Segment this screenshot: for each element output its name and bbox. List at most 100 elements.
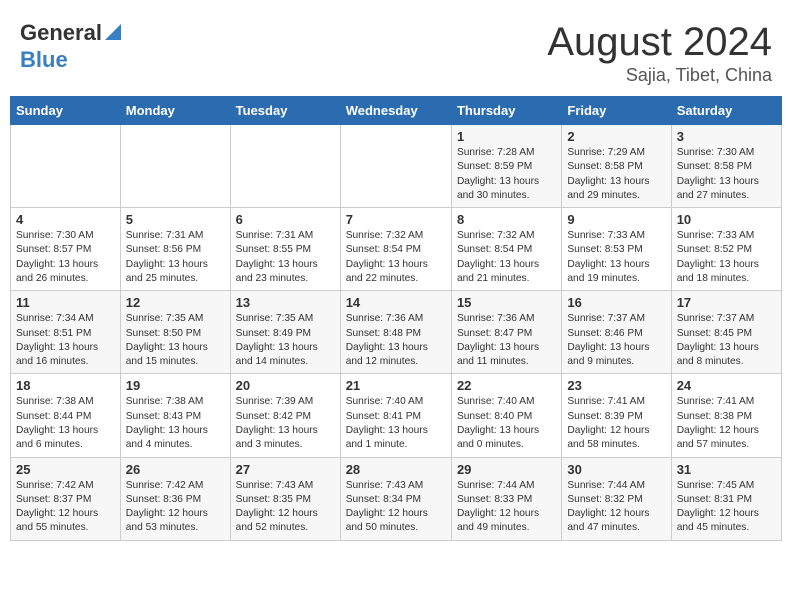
day-number: 14 [346, 295, 446, 310]
day-number: 12 [126, 295, 225, 310]
day-info: Sunrise: 7:38 AM Sunset: 8:44 PM Dayligh… [16, 395, 115, 452]
day-info: Sunrise: 7:30 AM Sunset: 8:58 PM Dayligh… [677, 146, 776, 203]
day-info: Sunrise: 7:42 AM Sunset: 8:37 PM Dayligh… [16, 479, 115, 536]
calendar-table: SundayMondayTuesdayWednesdayThursdayFrid… [10, 96, 782, 541]
day-info: Sunrise: 7:31 AM Sunset: 8:55 PM Dayligh… [236, 229, 335, 286]
day-number: 30 [567, 462, 665, 477]
calendar-week-row: 4 Sunrise: 7:30 AM Sunset: 8:57 PM Daylig… [11, 208, 782, 291]
month-year-heading: August 2024 [547, 20, 772, 65]
weekday-header-sunday: Sunday [11, 97, 121, 125]
day-info: Sunrise: 7:43 AM Sunset: 8:34 PM Dayligh… [346, 479, 446, 536]
day-number: 26 [126, 462, 225, 477]
day-number: 17 [677, 295, 776, 310]
day-number: 21 [346, 378, 446, 393]
day-info: Sunrise: 7:44 AM Sunset: 8:33 PM Dayligh… [457, 479, 556, 536]
calendar-cell: 21 Sunrise: 7:40 AM Sunset: 8:41 PM Dayli… [340, 374, 451, 457]
day-info: Sunrise: 7:36 AM Sunset: 8:47 PM Dayligh… [457, 312, 556, 369]
calendar-cell: 13Sunrise: 7:35 AM Sunset: 8:49 PM Dayli… [230, 291, 340, 374]
day-number: 4 [16, 212, 115, 227]
day-number: 1 [457, 129, 556, 144]
day-info: Sunrise: 7:34 AM Sunset: 8:51 PM Dayligh… [16, 312, 115, 369]
logo-general-text: General [20, 20, 102, 46]
calendar-cell: 5Sunrise: 7:31 AM Sunset: 8:56 PM Daylig… [120, 208, 230, 291]
calendar-cell: 1 Sunrise: 7:28 AM Sunset: 8:59 PM Daylig… [451, 125, 561, 208]
calendar-cell: 14Sunrise: 7:36 AM Sunset: 8:48 PM Dayli… [340, 291, 451, 374]
day-info: Sunrise: 7:37 AM Sunset: 8:46 PM Dayligh… [567, 312, 665, 369]
day-info: Sunrise: 7:38 AM Sunset: 8:43 PM Dayligh… [126, 395, 225, 452]
calendar-cell: 8 Sunrise: 7:32 AM Sunset: 8:54 PM Daylig… [451, 208, 561, 291]
day-number: 3 [677, 129, 776, 144]
day-number: 23 [567, 378, 665, 393]
day-number: 25 [16, 462, 115, 477]
day-info: Sunrise: 7:32 AM Sunset: 8:54 PM Dayligh… [457, 229, 556, 286]
calendar-cell: 19 Sunrise: 7:38 AM Sunset: 8:43 PM Dayli… [120, 374, 230, 457]
day-info: Sunrise: 7:40 AM Sunset: 8:41 PM Dayligh… [346, 395, 446, 452]
calendar-cell: 9Sunrise: 7:33 AM Sunset: 8:53 PM Daylig… [562, 208, 671, 291]
day-info: Sunrise: 7:33 AM Sunset: 8:52 PM Dayligh… [677, 229, 776, 286]
calendar-cell: 27Sunrise: 7:43 AM Sunset: 8:35 PM Dayli… [230, 457, 340, 540]
month-title-block: August 2024 Sajia, Tibet, China [547, 20, 772, 86]
weekday-header-thursday: Thursday [451, 97, 561, 125]
calendar-week-row: 1 Sunrise: 7:28 AM Sunset: 8:59 PM Daylig… [11, 125, 782, 208]
day-info: Sunrise: 7:45 AM Sunset: 8:31 PM Dayligh… [677, 479, 776, 536]
day-info: Sunrise: 7:40 AM Sunset: 8:40 PM Dayligh… [457, 395, 556, 452]
day-number: 29 [457, 462, 556, 477]
day-info: Sunrise: 7:42 AM Sunset: 8:36 PM Dayligh… [126, 479, 225, 536]
day-number: 16 [567, 295, 665, 310]
calendar-cell: 2Sunrise: 7:29 AM Sunset: 8:58 PM Daylig… [562, 125, 671, 208]
calendar-cell: 7 Sunrise: 7:32 AM Sunset: 8:54 PM Daylig… [340, 208, 451, 291]
weekday-header-friday: Friday [562, 97, 671, 125]
day-info: Sunrise: 7:41 AM Sunset: 8:38 PM Dayligh… [677, 395, 776, 452]
day-number: 19 [126, 378, 225, 393]
weekday-header-tuesday: Tuesday [230, 97, 340, 125]
calendar-header-row: SundayMondayTuesdayWednesdayThursdayFrid… [11, 97, 782, 125]
day-info: Sunrise: 7:41 AM Sunset: 8:39 PM Dayligh… [567, 395, 665, 452]
day-info: Sunrise: 7:28 AM Sunset: 8:59 PM Dayligh… [457, 146, 556, 203]
calendar-cell [340, 125, 451, 208]
day-number: 18 [16, 378, 115, 393]
calendar-cell [120, 125, 230, 208]
calendar-cell: 25 Sunrise: 7:42 AM Sunset: 8:37 PM Dayli… [11, 457, 121, 540]
day-number: 28 [346, 462, 446, 477]
day-number: 2 [567, 129, 665, 144]
day-number: 8 [457, 212, 556, 227]
location-heading: Sajia, Tibet, China [547, 65, 772, 86]
calendar-cell: 4 Sunrise: 7:30 AM Sunset: 8:57 PM Daylig… [11, 208, 121, 291]
calendar-cell: 31 Sunrise: 7:45 AM Sunset: 8:31 PM Dayli… [671, 457, 781, 540]
calendar-cell: 20Sunrise: 7:39 AM Sunset: 8:42 PM Dayli… [230, 374, 340, 457]
calendar-cell: 22Sunrise: 7:40 AM Sunset: 8:40 PM Dayli… [451, 374, 561, 457]
calendar-cell: 26 Sunrise: 7:42 AM Sunset: 8:36 PM Dayli… [120, 457, 230, 540]
day-info: Sunrise: 7:44 AM Sunset: 8:32 PM Dayligh… [567, 479, 665, 536]
calendar-cell: 18 Sunrise: 7:38 AM Sunset: 8:44 PM Dayli… [11, 374, 121, 457]
calendar-week-row: 18 Sunrise: 7:38 AM Sunset: 8:44 PM Dayli… [11, 374, 782, 457]
day-number: 10 [677, 212, 776, 227]
calendar-cell: 16 Sunrise: 7:37 AM Sunset: 8:46 PM Dayli… [562, 291, 671, 374]
calendar-cell: 23 Sunrise: 7:41 AM Sunset: 8:39 PM Dayli… [562, 374, 671, 457]
day-info: Sunrise: 7:30 AM Sunset: 8:57 PM Dayligh… [16, 229, 115, 286]
calendar-cell: 17 Sunrise: 7:37 AM Sunset: 8:45 PM Dayli… [671, 291, 781, 374]
day-info: Sunrise: 7:32 AM Sunset: 8:54 PM Dayligh… [346, 229, 446, 286]
day-number: 20 [236, 378, 335, 393]
day-info: Sunrise: 7:35 AM Sunset: 8:50 PM Dayligh… [126, 312, 225, 369]
calendar-week-row: 11Sunrise: 7:34 AM Sunset: 8:51 PM Dayli… [11, 291, 782, 374]
page-header: General Blue August 2024 Sajia, Tibet, C… [10, 10, 782, 91]
day-number: 7 [346, 212, 446, 227]
day-number: 9 [567, 212, 665, 227]
day-info: Sunrise: 7:37 AM Sunset: 8:45 PM Dayligh… [677, 312, 776, 369]
day-number: 15 [457, 295, 556, 310]
logo-blue-text: Blue [20, 47, 68, 72]
day-number: 13 [236, 295, 335, 310]
day-number: 31 [677, 462, 776, 477]
day-info: Sunrise: 7:43 AM Sunset: 8:35 PM Dayligh… [236, 479, 335, 536]
day-number: 5 [126, 212, 225, 227]
day-number: 6 [236, 212, 335, 227]
calendar-week-row: 25 Sunrise: 7:42 AM Sunset: 8:37 PM Dayli… [11, 457, 782, 540]
calendar-cell [230, 125, 340, 208]
weekday-header-saturday: Saturday [671, 97, 781, 125]
calendar-cell: 10 Sunrise: 7:33 AM Sunset: 8:52 PM Dayli… [671, 208, 781, 291]
calendar-cell: 12 Sunrise: 7:35 AM Sunset: 8:50 PM Dayli… [120, 291, 230, 374]
calendar-cell: 28 Sunrise: 7:43 AM Sunset: 8:34 PM Dayli… [340, 457, 451, 540]
calendar-cell: 15 Sunrise: 7:36 AM Sunset: 8:47 PM Dayli… [451, 291, 561, 374]
calendar-cell [11, 125, 121, 208]
weekday-header-monday: Monday [120, 97, 230, 125]
